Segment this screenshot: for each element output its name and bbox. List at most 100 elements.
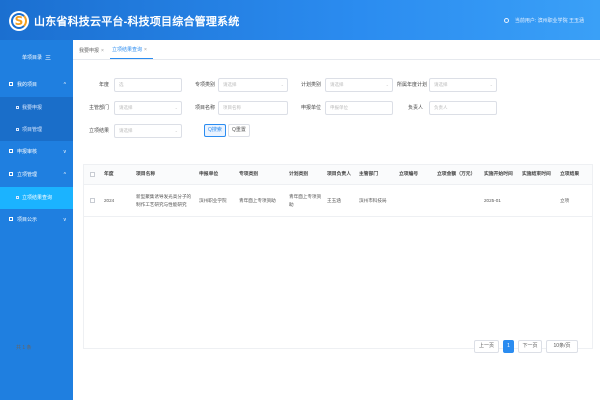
table-row[interactable]: 2024 新型聚集诱导发光高分子的 制作工艺研究与性能研究 滨州职业学院 青年面…: [84, 185, 592, 217]
filter-label: 申报单位: [300, 105, 321, 111]
sidebar-title: 单项目录: [21, 54, 42, 61]
app-title: 山东省科技云平台-科技项目综合管理系统: [34, 16, 240, 28]
col-header: 立项结果: [560, 172, 580, 177]
menu-label: 申报审核: [17, 149, 38, 155]
placeholder: 项目名称: [223, 105, 241, 110]
applicant-input[interactable]: 申报单位: [325, 101, 393, 115]
menu-dot-icon: [16, 106, 19, 109]
chevron-down-icon: ⌄: [174, 105, 178, 110]
filter-label: 项目名称: [194, 105, 215, 111]
close-icon[interactable]: ×: [144, 47, 147, 53]
chevron-up-icon: ^: [63, 82, 66, 88]
tab-approval-result[interactable]: 立项结果查询 ×: [109, 46, 153, 59]
col-header: 立项金额（万元）: [437, 172, 476, 177]
chevron-up-icon: ^: [63, 172, 66, 178]
menu-icon: [9, 82, 13, 86]
chevron-down-icon: ⌄: [174, 128, 178, 133]
col-header: 立项编号: [399, 172, 419, 177]
placeholder: 负责人: [434, 105, 448, 110]
placeholder: 请选择: [119, 128, 133, 133]
placeholder: 请选择: [119, 105, 133, 110]
reset-button[interactable]: Q重置: [228, 124, 250, 137]
menu-my-projects[interactable]: 我的项目 ^: [0, 74, 73, 97]
col-header: 项目负责人: [327, 172, 351, 177]
cell-name: 新型聚集诱导发光高分子的: [136, 194, 192, 199]
row-checkbox[interactable]: [90, 198, 95, 203]
project-name-input[interactable]: 项目名称: [218, 101, 288, 115]
sidebar-collapse-button[interactable]: 三: [45, 53, 51, 62]
dept-select[interactable]: 请选择 ⌄: [114, 101, 182, 115]
sub-menu-label: 我要申报: [22, 105, 43, 111]
tab-label: 我要申报: [79, 48, 100, 54]
menu-approval-result[interactable]: 立项结果查询: [0, 187, 73, 209]
category-select[interactable]: 请选择 ⌄: [218, 78, 288, 92]
current-user[interactable]: 当前用户: 滨州职业学院 王玉涵: [503, 17, 584, 24]
menu-label: 项目公示: [17, 217, 38, 223]
platform-logo: S: [9, 11, 29, 31]
filter-row: 主管部门 请选择 ⌄ 项目名称 项目名称 申报单位 申报单位 负责人 负责人: [73, 101, 600, 115]
filter-row: 年度 选 专项类别 请选择 ⌄ 计划类别 请选择 ⌄ 所属年度计划 请选择 ⌄: [73, 78, 600, 92]
next-page-button[interactable]: 下一页: [518, 340, 542, 353]
total-count: 共 1 条: [16, 345, 32, 351]
page-1-button[interactable]: 1: [503, 340, 514, 353]
sidebar-header: 单项目录 三: [0, 40, 73, 74]
page-size-select[interactable]: 10条/页: [546, 340, 578, 353]
col-header: 主管部门: [359, 172, 379, 177]
chevron-down-icon: ⌄: [489, 82, 493, 87]
col-header: 实施结束时间: [522, 172, 551, 177]
menu-project-manage[interactable]: 项目管理: [0, 119, 73, 141]
cell-year: 2024: [104, 198, 115, 203]
menu-publicity[interactable]: 项目公示 v: [0, 209, 73, 232]
menu-icon: [9, 217, 13, 221]
menu-apply[interactable]: 我要申报: [0, 97, 73, 119]
col-header: 专项类别: [239, 172, 259, 177]
filter-row: 立项结果 请选择 ⌄: [73, 124, 600, 138]
filter-label: 主管部门: [88, 105, 109, 111]
tab-label: 立项结果查询: [111, 47, 142, 53]
tab-bar: 我要申报 × 立项结果查询 ×: [73, 40, 600, 60]
tab-apply[interactable]: 我要申报 ×: [77, 47, 110, 59]
menu-icon: [9, 149, 13, 153]
placeholder: 请选择: [330, 82, 344, 87]
placeholder: 选: [119, 82, 124, 87]
placeholder: 请选择: [223, 82, 237, 87]
result-select[interactable]: 请选择 ⌄: [114, 124, 182, 138]
prev-page-button[interactable]: 上一页: [474, 340, 499, 353]
chevron-down-icon: ⌄: [280, 82, 284, 87]
col-header: 计划类别: [289, 172, 309, 177]
cell-category: 青年面上专项资助: [239, 198, 276, 203]
col-header: 申报单位: [199, 172, 219, 177]
cell-name-cont: 制作工艺研究与性能研究: [136, 202, 187, 207]
annual-plan-select[interactable]: 请选择 ⌄: [429, 78, 497, 92]
filter-label: 计划类别: [300, 82, 321, 88]
cell-plan: 青年面上专项资: [289, 194, 322, 199]
top-header: S 山东省科技云平台-科技项目综合管理系统 当前用户: 滨州职业学院 王玉涵: [0, 0, 600, 40]
close-icon[interactable]: ×: [101, 48, 104, 54]
menu-dot-icon: [16, 196, 19, 199]
col-header: 项目名称: [136, 172, 156, 177]
cell-org: 滨州职业学院: [199, 198, 227, 203]
results-table: 年度 项目名称 申报单位 专项类别 计划类别 项目负责人 主管部门 立项编号 立…: [83, 164, 593, 349]
plan-category-select[interactable]: 请选择 ⌄: [325, 78, 393, 92]
year-select[interactable]: 选: [114, 78, 182, 92]
person-input[interactable]: 负责人: [429, 101, 497, 115]
search-button[interactable]: Q搜索: [204, 124, 226, 137]
placeholder: 请选择: [434, 82, 448, 87]
menu-label: 立项管理: [17, 172, 38, 178]
cell-plan-cont: 助: [289, 202, 294, 207]
menu-review[interactable]: 申报审核 v: [0, 141, 73, 164]
menu-label: 我的项目: [17, 82, 38, 88]
chevron-down-icon: v: [63, 217, 67, 223]
chevron-down-icon: v: [63, 149, 67, 155]
table-header: 年度 项目名称 申报单位 专项类别 计划类别 项目负责人 主管部门 立项编号 立…: [84, 165, 592, 185]
menu-approval[interactable]: 立项管理 ^: [0, 164, 73, 187]
cell-person: 王玉涵: [327, 198, 341, 203]
filter-label: 年度: [98, 82, 109, 88]
cell-dept: 滨州市科技局: [359, 198, 387, 203]
placeholder: 申报单位: [330, 105, 348, 110]
filter-label: 立项结果: [88, 128, 109, 134]
current-user-label: 当前用户: 滨州职业学院 王玉涵: [514, 18, 584, 24]
select-all-checkbox[interactable]: [90, 172, 95, 177]
filter-label: 所属年度计划: [396, 82, 427, 88]
col-header: 年度: [104, 172, 114, 177]
